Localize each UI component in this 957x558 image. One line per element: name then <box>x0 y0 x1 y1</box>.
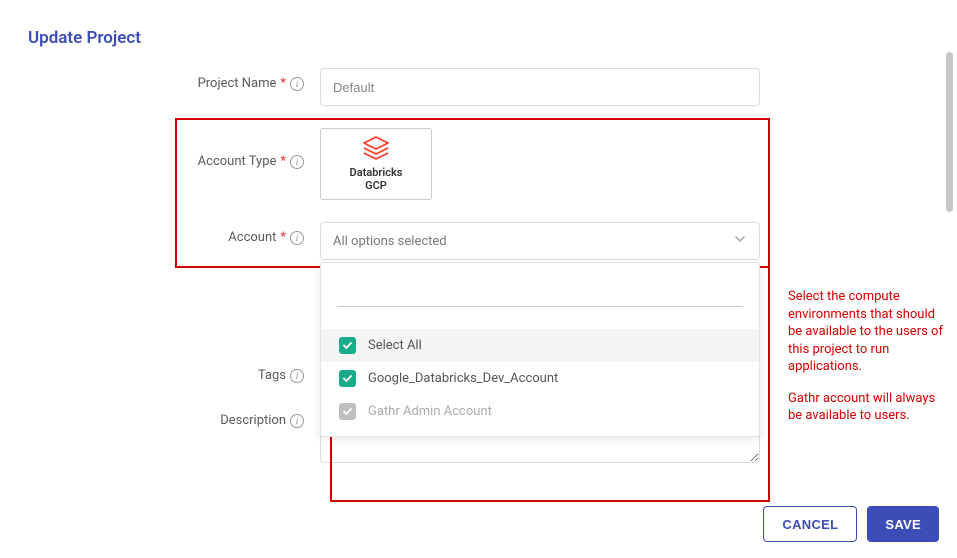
row-account-type: Account Type* i DatabricksGCP <box>0 128 957 200</box>
label-account-type: Account Type* i <box>0 128 320 169</box>
account-dropdown[interactable]: All options selected <box>320 222 760 260</box>
info-icon[interactable]: i <box>290 414 304 428</box>
required-mark: * <box>280 154 286 169</box>
cancel-button[interactable]: CANCEL <box>763 506 857 542</box>
label-text: Description <box>220 413 286 428</box>
scrollbar-thumb[interactable] <box>946 52 953 212</box>
chevron-down-icon <box>733 232 747 250</box>
info-icon[interactable]: i <box>290 155 304 169</box>
required-mark: * <box>280 76 286 91</box>
dropdown-option-google-databricks-dev[interactable]: Google_Databricks_Dev_Account <box>321 362 759 395</box>
info-icon[interactable]: i <box>290 77 304 91</box>
account-type-card-databricks-gcp[interactable]: DatabricksGCP <box>320 128 432 200</box>
label-description: Description i <box>0 405 320 428</box>
button-bar: CANCEL SAVE <box>763 506 939 542</box>
annotation-p1: Select the compute environments that sho… <box>788 288 943 376</box>
dropdown-option-list: Select All Google_Databricks_Dev_Account… <box>321 315 759 436</box>
account-dropdown-panel: Select All Google_Databricks_Dev_Account… <box>320 262 760 437</box>
save-button[interactable]: SAVE <box>867 506 939 542</box>
checkbox-icon <box>339 403 356 420</box>
info-icon[interactable]: i <box>290 369 304 383</box>
option-label: Gathr Admin Account <box>368 404 492 419</box>
row-project-name: Project Name* i <box>0 68 957 106</box>
option-label: Google_Databricks_Dev_Account <box>368 371 558 386</box>
label-account: Account * i <box>0 222 320 245</box>
dropdown-search-input[interactable] <box>337 279 743 307</box>
annotation-text: Select the compute environments that sho… <box>788 288 943 439</box>
account-type-card-label: DatabricksGCP <box>350 166 403 192</box>
required-mark: * <box>280 230 286 245</box>
scrollbar[interactable] <box>946 52 953 548</box>
databricks-icon <box>362 136 390 162</box>
dropdown-option-select-all[interactable]: Select All <box>321 329 759 362</box>
annotation-p2: Gathr account will always be available t… <box>788 390 943 425</box>
dropdown-selected-text: All options selected <box>333 234 447 249</box>
label-project-name: Project Name* i <box>0 68 320 91</box>
project-name-input[interactable] <box>320 68 760 106</box>
option-label: Select All <box>368 338 422 353</box>
dropdown-option-gathr-admin: Gathr Admin Account <box>321 395 759 428</box>
label-tags: Tags i <box>0 360 320 383</box>
info-icon[interactable]: i <box>290 231 304 245</box>
checkbox-icon <box>339 337 356 354</box>
label-text: Account <box>228 230 276 245</box>
label-text: Account Type <box>198 154 277 169</box>
label-text: Project Name <box>198 76 277 91</box>
row-account: Account * i All options selected <box>0 222 957 260</box>
page-title: Update Project <box>0 0 957 48</box>
label-text: Tags <box>258 368 286 383</box>
dropdown-search-wrap <box>321 263 759 315</box>
checkbox-icon <box>339 370 356 387</box>
